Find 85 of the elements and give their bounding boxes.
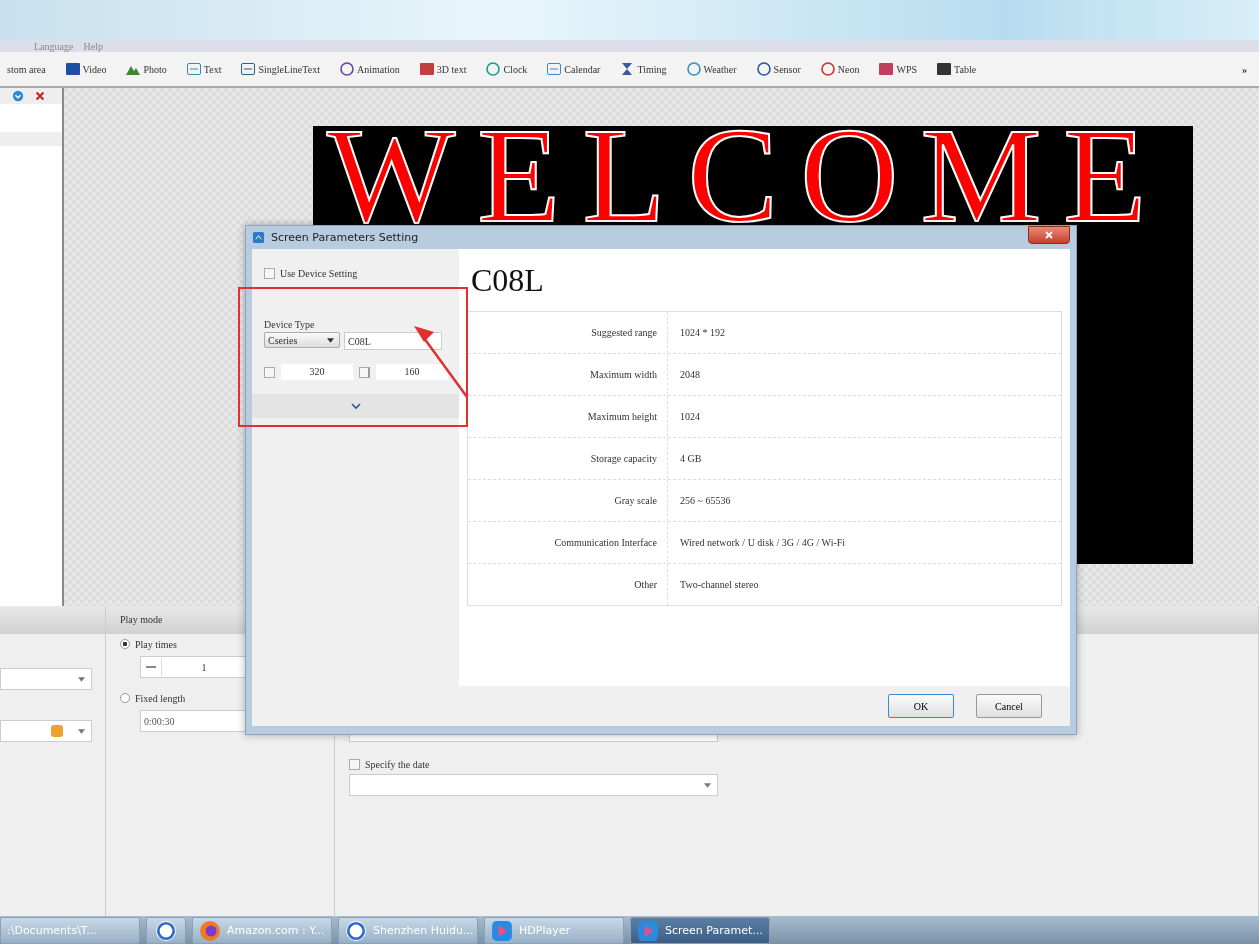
tool-icon <box>685 61 702 77</box>
close-icon[interactable] <box>34 90 46 102</box>
taskbar-button[interactable]: Screen Paramet... <box>630 917 770 944</box>
spec-value: 1024 <box>679 411 700 422</box>
date-dropdown[interactable] <box>349 774 718 796</box>
toolbar-button[interactable]: Clock <box>478 59 535 79</box>
width-field[interactable]: 320 <box>281 364 353 380</box>
more-button[interactable]: » <box>1236 62 1253 76</box>
height-icon <box>359 366 370 378</box>
caret-icon <box>327 338 334 343</box>
close-button[interactable] <box>1028 226 1070 244</box>
spec-label: Maximum width <box>468 354 668 395</box>
model-heading: C08L <box>470 261 545 300</box>
dialog-button[interactable]: Cancel <box>976 694 1042 718</box>
player-icon <box>637 919 659 942</box>
toolbar-button[interactable]: Photo <box>118 59 174 79</box>
app-icon <box>252 231 265 244</box>
toolbar-button[interactable]: Timing <box>612 59 674 79</box>
checkbox-label: Use Device Setting <box>280 267 358 279</box>
taskbar-button[interactable] <box>146 917 186 944</box>
dropdown[interactable] <box>0 720 92 742</box>
toolbar-button[interactable]: Video <box>57 59 114 79</box>
browser-icon <box>199 919 221 942</box>
dropdown[interactable] <box>0 668 92 690</box>
caret-icon <box>78 729 85 734</box>
tool-icon <box>418 61 435 77</box>
toolbar-button[interactable]: SingleLineText <box>233 59 327 79</box>
tool-icon <box>936 61 953 77</box>
badge-icon <box>51 725 63 737</box>
tool-icon <box>338 61 355 77</box>
tool-icon <box>755 61 772 77</box>
checkbox[interactable] <box>349 758 360 770</box>
spec-value: 4 GB <box>679 453 702 464</box>
caret-icon <box>704 783 711 788</box>
preview-text: WELCOME <box>327 128 1169 222</box>
toolbar-button[interactable]: Animation <box>331 59 407 79</box>
caret-icon <box>78 677 85 682</box>
width-icon <box>264 366 275 378</box>
toolbar-button[interactable]: Calendar <box>539 59 608 79</box>
dialog-button[interactable]: OK <box>888 694 954 718</box>
s-logo-icon <box>345 919 367 942</box>
close-icon <box>1044 230 1054 240</box>
spin-field[interactable]: 1 <box>140 656 247 678</box>
player-icon <box>491 919 513 942</box>
toolbar-button[interactable]: Weather <box>678 59 744 79</box>
tool-icon <box>546 61 563 77</box>
checkbox[interactable] <box>264 267 275 279</box>
toolbar-button[interactable]: Sensor <box>748 59 808 79</box>
series-dropdown[interactable]: Cseries <box>264 332 340 348</box>
spec-label: Maximum height <box>468 396 668 437</box>
tool-icon <box>485 61 502 77</box>
time-field[interactable]: 0:00:30 <box>140 710 247 732</box>
toolbar-button[interactable]: WPS <box>871 59 925 79</box>
spec-label: Suggested range <box>468 312 668 353</box>
spec-label: Storage capacity <box>468 438 668 479</box>
spec-value: 2048 <box>679 369 700 380</box>
spec-value: 1024 * 192 <box>679 327 725 338</box>
toolbar-button[interactable]: stom area <box>0 61 53 77</box>
field-label: Device Type <box>264 319 316 330</box>
spec-label: Other <box>468 564 668 605</box>
dialog-title: Screen Parameters Setting <box>271 231 419 244</box>
radio-label: Play times <box>135 638 177 650</box>
tool-icon <box>185 61 202 77</box>
toolbar-button[interactable]: 3D text <box>411 59 474 79</box>
down-icon[interactable] <box>12 90 24 102</box>
toolbar-button[interactable]: Text <box>178 59 229 79</box>
toolbar-button[interactable]: Table <box>929 59 984 79</box>
s-logo-icon <box>155 919 177 942</box>
spec-label: Gray scale <box>468 480 668 521</box>
chevron-down-icon <box>349 402 362 410</box>
toolbar-button[interactable]: Neon <box>812 59 867 79</box>
height-field[interactable]: 160 <box>376 364 448 380</box>
checkbox-label: Specify the date <box>365 758 430 770</box>
spec-value: Two-channel stereo <box>679 579 759 590</box>
tool-icon <box>819 61 836 77</box>
radio-label: Fixed length <box>135 692 186 704</box>
radio-button[interactable] <box>120 639 130 649</box>
model-field[interactable]: C08L <box>344 332 442 350</box>
tool-icon <box>64 61 81 77</box>
tool-icon <box>878 61 895 77</box>
spec-value: Wired network / U disk / 3G / 4G / Wi-Fi <box>679 537 846 548</box>
spec-label: Communication Interface <box>468 522 668 563</box>
radio-button[interactable] <box>120 693 130 703</box>
tool-icon <box>240 61 257 77</box>
spec-value: 256 ~ 65536 <box>679 495 731 506</box>
